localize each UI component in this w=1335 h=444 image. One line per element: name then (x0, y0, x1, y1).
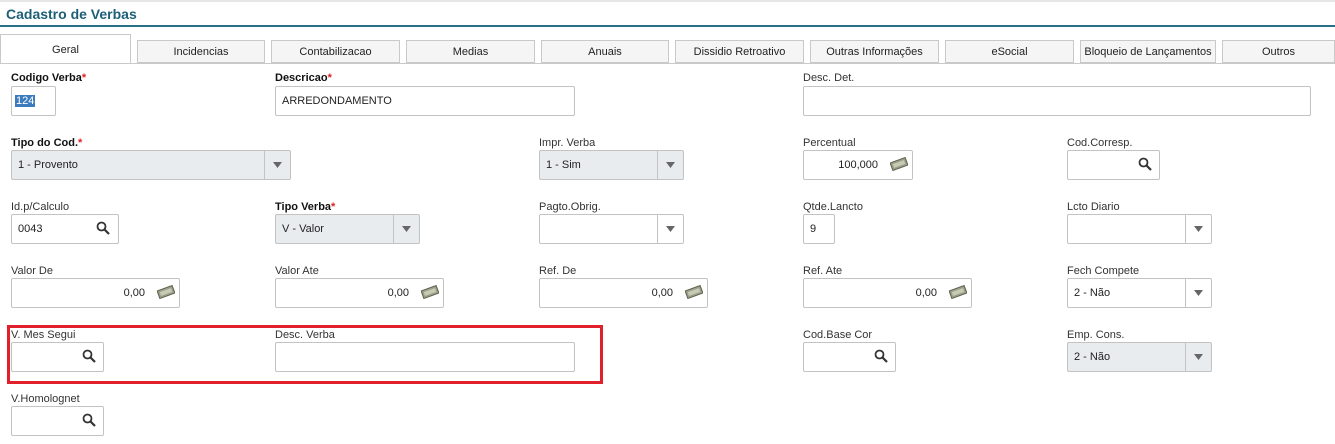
tab-anuais[interactable]: Anuais (541, 40, 669, 63)
ref-ate-field[interactable]: 0,00 (803, 278, 972, 308)
pagto-obrig-label: Pagto.Obrig. (539, 201, 601, 213)
search-icon[interactable] (1138, 157, 1152, 174)
tab-label: Incidencias (173, 46, 229, 58)
tab-outros[interactable]: Outros (1222, 40, 1335, 63)
valor-de-label: Valor De (11, 265, 53, 277)
lcto-diario-label: Lcto Diario (1067, 201, 1120, 213)
emp-cons-select[interactable]: 2 - Não (1067, 342, 1212, 372)
tab-bloqueio-lancamentos[interactable]: Bloqueio de Lançamentos (1080, 40, 1216, 63)
cod-corresp-label: Cod.Corresp. (1067, 137, 1133, 149)
required-mark: * (81, 72, 87, 84)
tab-contabilizacao[interactable]: Contabilizacao (271, 40, 400, 63)
chevron-down-icon[interactable] (264, 151, 290, 179)
tab-medias[interactable]: Medias (406, 40, 535, 63)
desc-verba-label: Desc. Verba (275, 329, 335, 341)
money-icon[interactable] (889, 156, 909, 174)
search-icon[interactable] (82, 349, 96, 366)
chevron-down-icon[interactable] (657, 215, 683, 243)
tipo-cod-label: Tipo do Cod.* (11, 137, 83, 149)
tab-dissidio-retroativo[interactable]: Dissidio Retroativo (675, 40, 804, 63)
valor-ate-field[interactable]: 0,00 (275, 278, 444, 308)
required-mark: * (78, 137, 83, 149)
codigo-verba-field[interactable]: 124 (11, 86, 56, 116)
desc-det-label: Desc. Det. (803, 72, 855, 84)
search-icon[interactable] (96, 221, 110, 238)
id-calculo-label: Id.p/Calculo (11, 201, 70, 213)
impr-verba-label: Impr. Verba (539, 137, 596, 149)
descricao-field[interactable]: ARREDONDAMENTO (275, 86, 575, 116)
tipo-verba-select[interactable]: V - Valor (275, 214, 420, 244)
tab-outras-informacoes[interactable]: Outras Informações (810, 40, 939, 63)
ref-ate-label: Ref. Ate (803, 265, 843, 277)
page-title: Cadastro de Verbas (6, 6, 137, 22)
tab-label: Geral (52, 44, 79, 56)
v-homolognet-label: V.Homolognet (11, 393, 80, 405)
money-icon[interactable] (684, 284, 704, 302)
ref-de-label: Ref. De (539, 265, 577, 277)
qtde-lancto-field[interactable]: 9 (803, 214, 835, 244)
tab-incidencias[interactable]: Incidencias (137, 40, 265, 63)
tab-bar-border (0, 63, 1335, 64)
pagto-obrig-select[interactable] (539, 214, 684, 244)
tab-label: eSocial (991, 46, 1028, 58)
required-mark: * (327, 72, 332, 84)
tab-label: Outros (1261, 46, 1295, 58)
tab-esocial[interactable]: eSocial (945, 40, 1074, 63)
tab-label: Medias (452, 46, 489, 58)
tab-label: Bloqueio de Lançamentos (1084, 46, 1212, 58)
chevron-down-icon[interactable] (393, 215, 419, 243)
top-border (0, 0, 1335, 2)
lcto-diario-select[interactable] (1067, 214, 1212, 244)
tab-label: Contabilizacao (299, 46, 372, 58)
title-underline (0, 25, 1335, 27)
search-icon[interactable] (874, 349, 888, 366)
money-icon[interactable] (156, 284, 176, 302)
impr-verba-select[interactable]: 1 - Sim (539, 150, 684, 180)
percentual-label: Percentual (803, 137, 856, 149)
required-mark: * (331, 201, 336, 213)
tab-label: Outras Informações (826, 46, 923, 58)
fech-compete-label: Fech Compete (1067, 265, 1140, 277)
descricao-label: Descricao* (275, 72, 332, 84)
chevron-down-icon[interactable] (1185, 343, 1211, 371)
tipo-verba-label: Tipo Verba* (275, 201, 336, 213)
ref-de-field[interactable]: 0,00 (539, 278, 708, 308)
tab-label: Dissidio Retroativo (693, 46, 786, 58)
chevron-down-icon[interactable] (1185, 215, 1211, 243)
money-icon[interactable] (420, 284, 440, 302)
v-mes-segui-label: V. Mes Segui (11, 329, 76, 341)
fech-compete-select[interactable]: 2 - Não (1067, 278, 1212, 308)
valor-de-field[interactable]: 0,00 (11, 278, 180, 308)
tipo-cod-select[interactable]: 1 - Provento (11, 150, 291, 180)
desc-det-field[interactable] (803, 86, 1311, 116)
desc-verba-field[interactable] (275, 342, 575, 372)
search-icon[interactable] (82, 413, 96, 430)
chevron-down-icon[interactable] (1185, 279, 1211, 307)
money-icon[interactable] (948, 284, 968, 302)
cod-base-cor-label: Cod.Base Cor (803, 329, 873, 341)
qtde-lancto-label: Qtde.Lancto (803, 201, 863, 213)
chevron-down-icon[interactable] (657, 151, 683, 179)
tab-geral[interactable]: Geral (0, 34, 131, 64)
codigo-verba-label: Codigo Verba* (11, 72, 87, 84)
valor-ate-label: Valor Ate (275, 265, 319, 277)
emp-cons-label: Emp. Cons. (1067, 329, 1125, 341)
tab-label: Anuais (588, 46, 622, 58)
